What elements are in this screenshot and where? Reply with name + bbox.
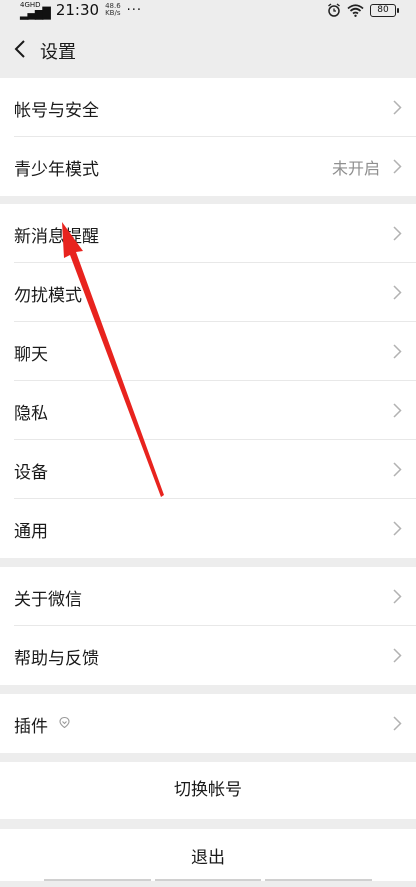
settings-item-label: 勿扰模式	[14, 286, 82, 306]
chevron-right-icon	[393, 159, 402, 174]
chevron-right-icon	[393, 403, 402, 418]
network-speed: 48.6 KB/s	[105, 3, 121, 17]
settings-group-plugins: 插件	[0, 694, 416, 753]
settings-item-plugins[interactable]: 插件	[0, 694, 416, 753]
settings-item-general[interactable]: 通用	[0, 499, 416, 558]
settings-group-general: 新消息提醒 勿扰模式 聊天 隐私 设备 通用	[0, 204, 416, 558]
settings-item-label: 聊天	[14, 345, 48, 365]
settings-item-help-feedback[interactable]: 帮助与反馈	[0, 626, 416, 685]
settings-item-chats[interactable]: 聊天	[0, 322, 416, 381]
switch-account-label: 切换帐号	[174, 780, 242, 800]
settings-item-new-message-alerts[interactable]: 新消息提醒	[0, 204, 416, 263]
alarm-icon	[328, 3, 340, 17]
battery-level: 80	[377, 4, 389, 15]
settings-item-account-security[interactable]: 帐号与安全	[0, 78, 416, 137]
settings-group-account: 帐号与安全 青少年模式 未开启	[0, 78, 416, 196]
speed-unit: KB/s	[105, 9, 121, 17]
settings-item-label: 新消息提醒	[14, 227, 99, 247]
nav-bar: 设置	[0, 20, 416, 78]
switch-account-button[interactable]: 切换帐号	[0, 762, 416, 819]
settings-item-devices[interactable]: 设备	[0, 440, 416, 499]
plugin-badge-icon	[59, 716, 70, 729]
settings-item-label: 青少年模式	[14, 160, 99, 180]
settings-item-label: 插件	[14, 717, 48, 737]
chevron-right-icon	[393, 462, 402, 477]
settings-item-do-not-disturb[interactable]: 勿扰模式	[0, 263, 416, 322]
settings-item-label: 帐号与安全	[14, 101, 99, 121]
settings-item-about-wechat[interactable]: 关于微信	[0, 567, 416, 626]
teen-mode-status: 未开启	[331, 159, 380, 178]
settings-item-teen-mode[interactable]: 青少年模式 未开启	[0, 137, 416, 196]
clock: 21:30	[55, 1, 100, 19]
settings-item-label: 隐私	[14, 404, 48, 424]
chevron-right-icon	[393, 100, 402, 115]
status-bar: 4GHD ▂▄▆█ 21:30 48.6 KB/s ··· 80	[0, 0, 416, 20]
settings-item-label: 关于微信	[14, 590, 82, 610]
settings-item-privacy[interactable]: 隐私	[0, 381, 416, 440]
wifi-icon	[347, 3, 364, 17]
chevron-right-icon	[393, 344, 402, 359]
logout-button[interactable]: 退出	[0, 829, 416, 881]
settings-item-label: 设备	[14, 463, 48, 483]
settings-item-label: 通用	[14, 522, 48, 542]
more-notifications-icon: ···	[126, 2, 143, 18]
chevron-right-icon	[393, 716, 402, 731]
chevron-right-icon	[393, 648, 402, 663]
chevron-right-icon	[393, 589, 402, 604]
settings-item-label: 帮助与反馈	[14, 649, 99, 669]
signal-icon: 4GHD ▂▄▆█	[20, 0, 51, 20]
chevron-right-icon	[393, 285, 402, 300]
chevron-right-icon	[393, 226, 402, 241]
battery-icon: 80	[370, 3, 399, 17]
page-title: 设置	[40, 42, 76, 63]
back-arrow-icon[interactable]	[10, 38, 32, 60]
chevron-right-icon	[393, 521, 402, 536]
settings-group-about: 关于微信 帮助与反馈	[0, 567, 416, 685]
